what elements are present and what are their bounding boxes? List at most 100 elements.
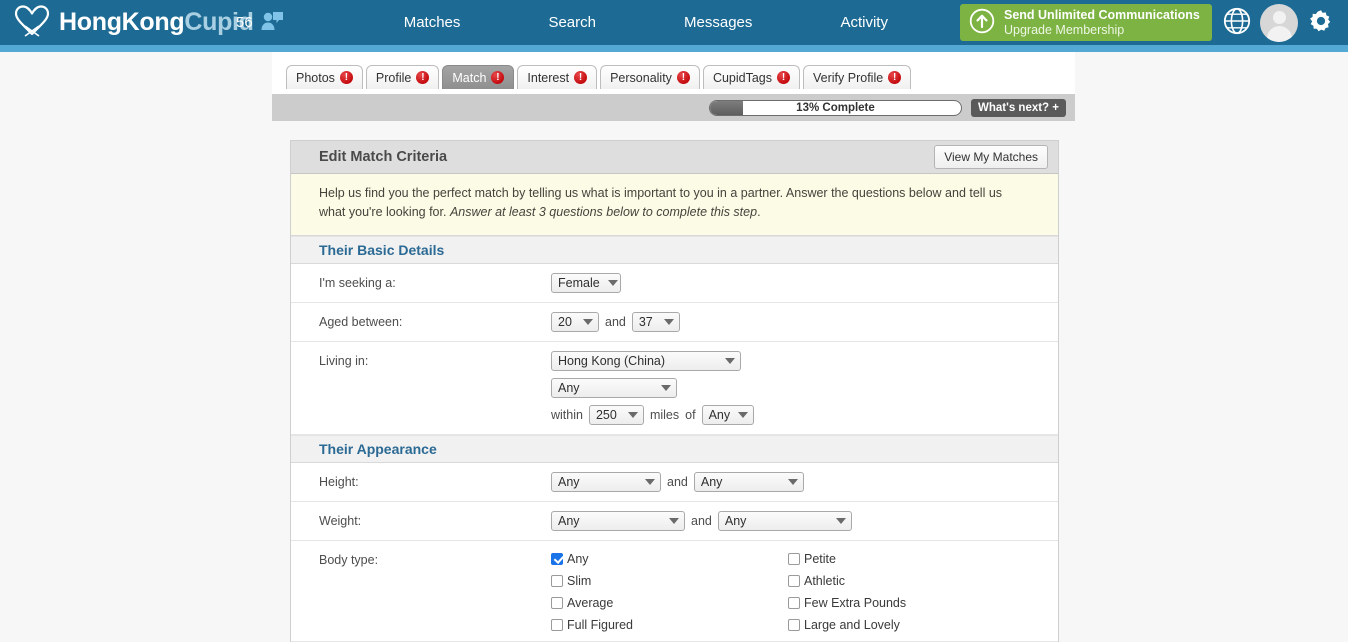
body-type-option-label: Average (567, 595, 614, 610)
checkbox-icon[interactable] (551, 574, 563, 587)
body-type-option-athletic[interactable]: Athletic (788, 574, 1058, 588)
profile-tabs-shell: Photos ! Profile ! Match ! Interest ! Pe… (0, 52, 1348, 121)
checkbox-icon[interactable] (788, 596, 800, 609)
help-period: . (757, 205, 761, 220)
tab-profile[interactable]: Profile ! (365, 65, 440, 89)
checkbox-icon[interactable] (788, 618, 800, 631)
nav-search[interactable]: Search (548, 14, 596, 31)
chevron-down-icon (645, 478, 655, 485)
user-avatar-icon[interactable] (1260, 3, 1298, 42)
body-type-option-large-and-lovely[interactable]: Large and Lovely (788, 618, 1058, 632)
tab-match[interactable]: Match ! (442, 65, 515, 89)
living-in-fields: Hong Kong (China) Any within 250 miles o… (551, 350, 1058, 425)
body-type-option-any[interactable]: Any (551, 552, 788, 566)
upgrade-membership-button[interactable]: Send Unlimited Communications Upgrade Me… (960, 4, 1212, 41)
chevron-down-icon (661, 384, 671, 391)
row-living-in: Living in: Hong Kong (China) Any within (291, 342, 1058, 435)
notification-counter[interactable]: 56 (236, 11, 284, 35)
body-type-checkbox-grid: Any Petite Slim Athletic Average Few Ext… (551, 550, 1058, 632)
seeking-label: I'm seeking a: (319, 275, 396, 290)
gear-icon[interactable] (1306, 6, 1336, 39)
age-min-select[interactable]: 20 (551, 311, 599, 332)
page-title: Edit Match Criteria (319, 149, 448, 165)
row-seeking: I'm seeking a: Female (291, 264, 1058, 303)
body-type-option-label: Any (567, 551, 589, 566)
weight-min-value: Any (558, 513, 580, 528)
region-value: Any (558, 380, 580, 395)
height-min-select[interactable]: Any (551, 471, 661, 492)
upgrade-label-group: Send Unlimited Communications Upgrade Me… (1004, 8, 1200, 37)
distance-select[interactable]: 250 (588, 404, 644, 425)
miles-text: miles (649, 407, 680, 422)
section-basic-details-heading: Their Basic Details (291, 235, 1058, 264)
tab-photos[interactable]: Photos ! (286, 65, 363, 89)
chevron-down-icon (725, 357, 735, 364)
body-type-option-few-extra-pounds[interactable]: Few Extra Pounds (788, 596, 1058, 610)
nav-messages[interactable]: Messages (684, 14, 752, 31)
chevron-down-icon (669, 517, 679, 524)
tab-verify-profile[interactable]: Verify Profile ! (803, 65, 912, 89)
profile-tab-list: Photos ! Profile ! Match ! Interest ! Pe… (286, 65, 912, 89)
section-appearance-heading: Their Appearance (291, 434, 1058, 463)
age-max-select[interactable]: 37 (631, 311, 680, 332)
top-navigation-bar: HongKongCupid 56 Matches Search Messages… (0, 0, 1348, 45)
country-select[interactable]: Hong Kong (China) (551, 350, 741, 371)
living-in-label: Living in: (319, 353, 369, 368)
upgrade-title: Send Unlimited Communications (1004, 8, 1200, 23)
weight-label: Weight: (319, 513, 362, 528)
tab-match-label: Match (452, 70, 487, 85)
age-max-value: 37 (638, 314, 653, 329)
primary-nav: Matches Search Messages Activity (284, 14, 960, 31)
nav-matches[interactable]: Matches (404, 14, 461, 31)
chevron-down-icon (607, 279, 618, 286)
checkbox-icon[interactable] (551, 552, 563, 565)
alert-badge-icon: ! (777, 71, 791, 84)
row-aged-between: Aged between: 20 and 37 (291, 303, 1058, 342)
body-type-option-petite[interactable]: Petite (788, 552, 1058, 566)
aged-between-label: Aged between: (319, 314, 403, 329)
globe-icon[interactable] (1222, 6, 1252, 39)
progress-row: 13% Complete What's next? + (272, 94, 1075, 121)
body-type-option-average[interactable]: Average (551, 596, 788, 610)
age-min-value: 20 (558, 314, 572, 329)
weight-max-select[interactable]: Any (717, 510, 852, 531)
living-in-column: Hong Kong (China) Any within 250 miles o… (551, 350, 754, 425)
tab-personality[interactable]: Personality ! (600, 65, 700, 89)
tab-interest[interactable]: Interest ! (517, 65, 598, 89)
person-message-icon (260, 11, 284, 35)
height-fields: Any and Any (551, 471, 1058, 492)
notification-count: 56 (236, 14, 253, 31)
height-max-select[interactable]: Any (693, 471, 804, 492)
brand-name-primary: HongKong (59, 8, 185, 36)
body-type-option-label: Slim (567, 573, 592, 588)
view-my-matches-button[interactable]: View My Matches (934, 145, 1048, 169)
nav-activity[interactable]: Activity (840, 14, 888, 31)
checkbox-icon[interactable] (788, 552, 800, 565)
alert-badge-icon: ! (676, 71, 690, 84)
avatar-body-shape (1266, 25, 1292, 42)
tab-photos-label: Photos (296, 70, 335, 85)
checkbox-icon[interactable] (551, 618, 563, 631)
body-type-option-label: Athletic (804, 573, 845, 588)
row-height: Height: Any and Any (291, 463, 1058, 502)
body-type-option-full-figured[interactable]: Full Figured (551, 618, 788, 632)
weight-min-select[interactable]: Any (551, 510, 685, 531)
chevron-down-icon (583, 318, 593, 325)
alert-badge-icon: ! (339, 71, 353, 84)
brand-name: HongKongCupid (59, 8, 254, 37)
alert-badge-icon: ! (574, 71, 588, 84)
city-select[interactable]: Any (701, 404, 754, 425)
region-select[interactable]: Any (551, 377, 677, 398)
of-text: of (685, 407, 696, 422)
tab-cupidtags[interactable]: CupidTags ! (702, 65, 801, 89)
tab-personality-label: Personality (610, 70, 672, 85)
brand-logo-area[interactable]: HongKongCupid (0, 5, 254, 40)
tab-verify-profile-label: Verify Profile (813, 70, 884, 85)
row-weight: Weight: Any and Any (291, 502, 1058, 541)
checkbox-icon[interactable] (788, 574, 800, 587)
whats-next-button[interactable]: What's next? + (970, 98, 1066, 117)
seeking-gender-select[interactable]: Female (551, 272, 621, 293)
body-type-option-slim[interactable]: Slim (551, 574, 788, 588)
checkbox-icon[interactable] (551, 596, 563, 609)
country-line: Hong Kong (China) (551, 350, 754, 371)
